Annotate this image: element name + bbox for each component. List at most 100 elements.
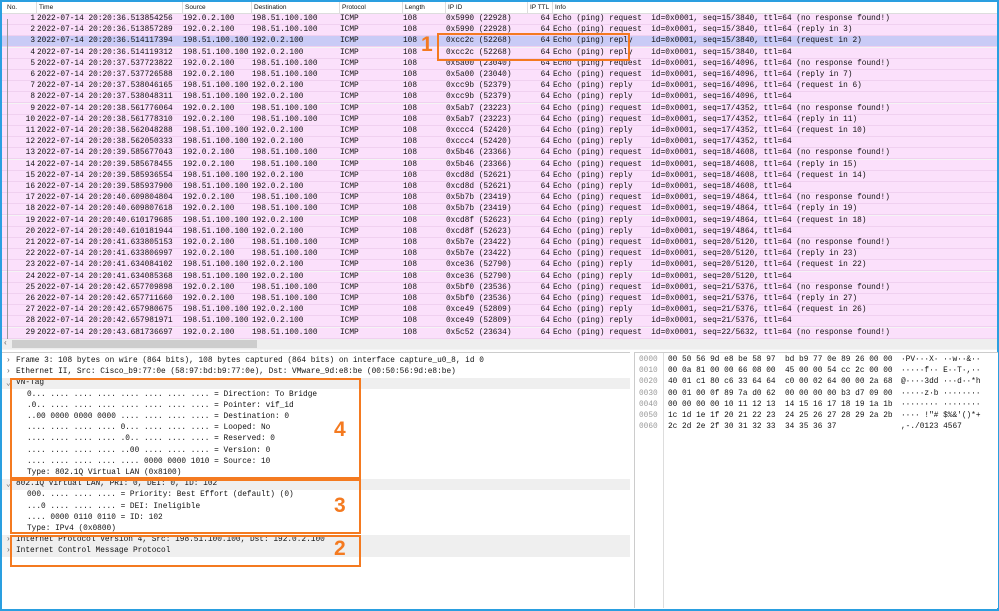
cell-no: 5 — [30, 59, 35, 68]
packet-row[interactable]: 1 2022-07-14 20:20:36.513854256 192.0.2.10… — [2, 14, 997, 25]
cell-destination: 192.0.2.100 — [252, 227, 304, 236]
hex-hex-bytes[interactable]: 40 01 c1 80 c6 33 64 64 c0 00 02 64 00 0… — [668, 378, 893, 386]
cell-source: 198.51.100.100 — [183, 272, 249, 281]
collapsed-chevron-icon[interactable]: › — [6, 357, 11, 365]
cell-destination: 198.51.100.100 — [252, 149, 318, 158]
packet-row[interactable]: 21 2022-07-14 20:20:41.633805153 192.0.2.1… — [2, 238, 997, 249]
detail-line[interactable]: › Frame 3: 108 bytes on wire (864 bits), … — [2, 356, 630, 367]
hex-ascii[interactable]: ·····z·b ········ — [901, 390, 981, 398]
cell-ip-id: 0x5b46 (23366) — [446, 149, 512, 158]
column-header-info[interactable]: Info — [555, 4, 566, 11]
packet-row[interactable]: 12 2022-07-14 20:20:38.562050333 198.51.10… — [2, 137, 997, 149]
packet-row[interactable]: 16 2022-07-14 20:20:39.585937900 198.51.10… — [2, 182, 997, 193]
hex-ascii[interactable]: ·····f·· E··T·,·· — [901, 367, 981, 375]
packet-row[interactable]: 29 2022-07-14 20:20:43.681736697 192.0.2.1… — [2, 327, 997, 339]
cell-destination: 198.51.100.100 — [252, 239, 318, 247]
cell-no: 6 — [30, 71, 35, 79]
scroll-left-icon[interactable]: ‹ — [3, 339, 8, 348]
column-header-ip-id[interactable]: IP ID — [448, 4, 462, 11]
cell-info: Echo (ping) reply id=0x0001, seq=17/4352… — [553, 138, 792, 147]
column-header-length[interactable]: Length — [405, 4, 425, 11]
cell-no: 24 — [25, 272, 35, 281]
column-header-destination[interactable]: Destination — [254, 4, 287, 11]
packet-bytes-pane[interactable]: 0000 00 50 56 9d e8 be 58 97 bd b9 77 0e … — [634, 352, 998, 608]
cell-source: 198.51.100.100 — [183, 127, 249, 135]
cell-destination: 198.51.100.100 — [252, 104, 318, 113]
cell-length: 108 — [403, 37, 418, 46]
cell-time: 2022-07-14 20:20:39.585936554 — [37, 171, 173, 180]
column-header-ip-ttl[interactable]: IP TTL — [530, 4, 549, 11]
cell-source: 192.0.2.100 — [183, 71, 235, 79]
packet-row[interactable]: 7 2022-07-14 20:20:37.538046165 198.51.100… — [2, 81, 997, 93]
cell-info: Echo (ping) request id=0x0001, seq=19/48… — [553, 194, 890, 203]
packet-row[interactable]: 15 2022-07-14 20:20:39.585936554 198.51.10… — [2, 170, 997, 182]
packet-row[interactable]: 10 2022-07-14 20:20:38.561778310 192.0.2.1… — [2, 114, 997, 126]
packet-row[interactable]: 13 2022-07-14 20:20:39.585677043 192.0.2.1… — [2, 148, 997, 160]
packet-row[interactable]: 9 2022-07-14 20:20:38.561776064 192.0.2.10… — [2, 103, 997, 115]
column-separator[interactable] — [402, 2, 403, 13]
packet-row[interactable]: 6 2022-07-14 20:20:37.537726588 192.0.2.10… — [2, 70, 997, 81]
packet-row[interactable]: 18 2022-07-14 20:20:40.609807618 192.0.2.1… — [2, 204, 997, 216]
cell-no: 29 — [25, 328, 35, 337]
hex-hex-bytes[interactable]: 00 0a 81 00 00 66 08 00 45 00 00 54 cc 2… — [668, 367, 893, 375]
hex-ascii[interactable]: ···· !"# $%&'()*+ — [901, 412, 981, 420]
packet-row[interactable]: 8 2022-07-14 20:20:37.538048311 198.51.100… — [2, 92, 997, 104]
detail-line[interactable]: › Ethernet II, Src: Cisco_b9:77:0e (58:97… — [2, 367, 630, 378]
packet-row[interactable]: 26 2022-07-14 20:20:42.657711660 192.0.2.1… — [2, 294, 997, 305]
column-separator[interactable] — [552, 2, 553, 13]
column-header-source[interactable]: Source — [185, 4, 206, 11]
hex-ascii[interactable]: ········ ········ — [901, 401, 981, 409]
column-separator[interactable] — [527, 2, 528, 13]
packet-row[interactable]: 14 2022-07-14 20:20:39.585678455 192.0.2.1… — [2, 159, 997, 171]
cell-destination: 192.0.2.100 — [252, 261, 304, 270]
cell-length: 108 — [403, 295, 418, 303]
cell-protocol: ICMP — [340, 93, 359, 102]
annotation-label-1: 1 — [421, 33, 433, 56]
cell-source: 192.0.2.100 — [183, 104, 235, 113]
hex-ascii[interactable]: ·PV···X· ··w··&·· — [901, 356, 981, 364]
column-header-no[interactable]: No. — [7, 4, 17, 11]
hex-hex-bytes[interactable]: 00 50 56 9d e8 be 58 97 bd b9 77 0e 89 2… — [668, 356, 893, 364]
packet-row[interactable]: 20 2022-07-14 20:20:40.610181944 198.51.10… — [2, 226, 997, 238]
hex-ascii[interactable]: ,-./0123 4567 — [901, 423, 962, 431]
cell-time: 2022-07-14 20:20:36.514117394 — [37, 37, 173, 46]
packet-row[interactable]: 11 2022-07-14 20:20:38.562048288 198.51.10… — [2, 126, 997, 137]
cell-ip-ttl: 64 — [540, 194, 550, 203]
hex-hex-bytes[interactable]: 00 00 00 00 10 11 12 13 14 15 16 17 18 1… — [668, 401, 893, 409]
cell-ip-id: 0xce49 (52809) — [446, 306, 512, 315]
packet-row[interactable]: 25 2022-07-14 20:20:42.657709898 192.0.2.1… — [2, 282, 997, 294]
column-separator[interactable] — [445, 2, 446, 13]
column-separator[interactable] — [36, 2, 37, 13]
packet-row[interactable]: 24 2022-07-14 20:20:41.634085368 198.51.10… — [2, 271, 997, 283]
cell-time: 2022-07-14 20:20:41.634084102 — [37, 261, 173, 270]
column-header-protocol[interactable]: Protocol — [342, 4, 366, 11]
hex-ascii[interactable]: @····3dd ···d··*h — [901, 378, 981, 386]
cell-time: 2022-07-14 20:20:42.657980675 — [37, 306, 173, 315]
column-separator[interactable] — [251, 2, 252, 13]
collapsed-chevron-icon[interactable]: › — [6, 368, 11, 376]
cell-length: 108 — [403, 239, 418, 247]
cell-ip-id: 0xce36 (52790) — [446, 261, 512, 270]
packet-row[interactable]: 19 2022-07-14 20:20:40.610179685 198.51.10… — [2, 215, 997, 227]
column-separator[interactable] — [339, 2, 340, 13]
packet-row[interactable]: 23 2022-07-14 20:20:41.634084102 198.51.10… — [2, 260, 997, 272]
hex-offset: 0000 — [639, 356, 658, 364]
cell-info: Echo (ping) reply id=0x0001, seq=20/5120… — [553, 272, 792, 281]
column-separator[interactable] — [182, 2, 183, 13]
hex-hex-bytes[interactable]: 00 01 00 0f 89 7a d0 62 00 00 00 00 b3 d… — [668, 390, 893, 398]
scrollbar-thumb[interactable] — [12, 340, 257, 348]
packet-row[interactable]: 28 2022-07-14 20:20:42.657981971 198.51.10… — [2, 316, 997, 328]
cell-length: 108 — [403, 317, 418, 326]
horizontal-scrollbar[interactable]: ‹ — [2, 339, 997, 349]
cell-no: 18 — [25, 205, 35, 214]
cell-destination: 198.51.100.100 — [252, 115, 318, 124]
column-header-time[interactable]: Time — [39, 4, 53, 11]
cell-length: 108 — [403, 328, 418, 337]
hex-hex-bytes[interactable]: 2c 2d 2e 2f 30 31 32 33 34 35 36 37 — [668, 423, 836, 431]
hex-hex-bytes[interactable]: 1c 1d 1e 1f 20 21 22 23 24 25 26 27 28 2… — [668, 412, 893, 420]
packet-row[interactable]: 22 2022-07-14 20:20:41.633806997 192.0.2.1… — [2, 249, 997, 261]
packet-row[interactable]: 17 2022-07-14 20:20:40.609804804 192.0.2.1… — [2, 193, 997, 205]
cell-ip-ttl: 64 — [540, 295, 550, 303]
packet-row[interactable]: 27 2022-07-14 20:20:42.657980675 198.51.10… — [2, 305, 997, 317]
hex-offset: 0060 — [639, 423, 658, 432]
